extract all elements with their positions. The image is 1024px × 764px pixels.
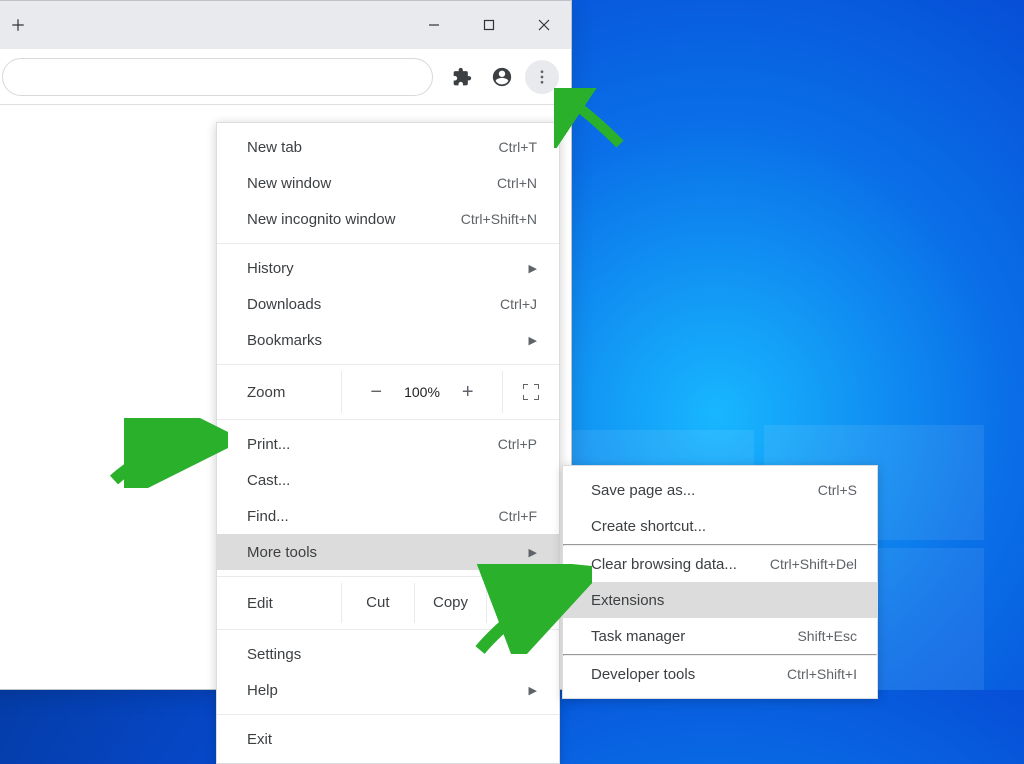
maximize-button[interactable] xyxy=(461,1,516,49)
shortcut: Ctrl+T xyxy=(499,139,538,155)
extensions-icon[interactable] xyxy=(445,60,479,94)
zoom-label: Zoom xyxy=(217,384,341,401)
menu-zoom: Zoom − 100% + xyxy=(217,371,559,413)
submenu-save-page[interactable]: Save page as... Ctrl+S xyxy=(563,472,877,508)
profile-icon[interactable] xyxy=(485,60,519,94)
menu-item-label: Extensions xyxy=(591,592,664,609)
more-tools-submenu: Save page as... Ctrl+S Create shortcut..… xyxy=(562,465,878,699)
menu-item-label: Settings xyxy=(247,646,301,663)
address-bar[interactable] xyxy=(2,58,433,96)
menu-item-label: Developer tools xyxy=(591,666,695,683)
menu-item-label: More tools xyxy=(247,544,317,561)
shortcut: Ctrl+N xyxy=(497,175,537,191)
menu-item-label: Bookmarks xyxy=(247,332,322,349)
titlebar xyxy=(0,1,571,49)
main-menu: New tab Ctrl+T New window Ctrl+N New inc… xyxy=(216,122,560,764)
minimize-button[interactable] xyxy=(406,1,461,49)
menu-item-label: Print... xyxy=(247,436,290,453)
paste-button[interactable]: Paste xyxy=(486,583,559,623)
menu-cast[interactable]: Cast... xyxy=(217,462,559,498)
menu-item-label: Save page as... xyxy=(591,482,695,499)
submenu-dev-tools[interactable]: Developer tools Ctrl+Shift+I xyxy=(563,656,877,692)
chevron-right-icon: ▶ xyxy=(529,684,537,697)
submenu-task-manager[interactable]: Task manager Shift+Esc xyxy=(563,618,877,654)
shortcut: Ctrl+S xyxy=(818,482,857,498)
cut-button[interactable]: Cut xyxy=(341,583,414,623)
submenu-clear-data[interactable]: Clear browsing data... Ctrl+Shift+Del xyxy=(563,546,877,582)
shortcut: Ctrl+P xyxy=(498,436,537,452)
menu-item-label: Create shortcut... xyxy=(591,518,706,535)
close-button[interactable] xyxy=(516,1,571,49)
menu-history[interactable]: History ▶ xyxy=(217,250,559,286)
zoom-value: 100% xyxy=(404,384,440,400)
menu-item-label: Cast... xyxy=(247,472,290,489)
menu-item-label: Clear browsing data... xyxy=(591,556,737,573)
zoom-in-button[interactable]: + xyxy=(462,381,474,404)
shortcut: Ctrl+Shift+I xyxy=(787,666,857,682)
shortcut: Ctrl+F xyxy=(499,508,538,524)
menu-downloads[interactable]: Downloads Ctrl+J xyxy=(217,286,559,322)
shortcut: Ctrl+Shift+Del xyxy=(770,556,857,572)
zoom-out-button[interactable]: − xyxy=(370,381,382,404)
menu-more-tools[interactable]: More tools ▶ xyxy=(217,534,559,570)
menu-item-label: History xyxy=(247,260,294,277)
copy-button[interactable]: Copy xyxy=(414,583,487,623)
menu-edit-row: Edit Cut Copy Paste xyxy=(217,583,559,623)
more-menu-button[interactable] xyxy=(525,60,559,94)
menu-new-window[interactable]: New window Ctrl+N xyxy=(217,165,559,201)
menu-new-incognito[interactable]: New incognito window Ctrl+Shift+N xyxy=(217,201,559,237)
menu-item-label: Task manager xyxy=(591,628,685,645)
menu-item-label: Find... xyxy=(247,508,289,525)
menu-item-label: Exit xyxy=(247,731,272,748)
menu-find[interactable]: Find... Ctrl+F xyxy=(217,498,559,534)
shortcut: Shift+Esc xyxy=(797,628,857,644)
menu-new-tab[interactable]: New tab Ctrl+T xyxy=(217,129,559,165)
shortcut: Ctrl+J xyxy=(500,296,537,312)
submenu-extensions[interactable]: Extensions xyxy=(563,582,877,618)
fullscreen-button[interactable] xyxy=(503,384,559,400)
chevron-right-icon: ▶ xyxy=(529,262,537,275)
menu-settings[interactable]: Settings xyxy=(217,636,559,672)
menu-item-label: New tab xyxy=(247,139,302,156)
menu-print[interactable]: Print... Ctrl+P xyxy=(217,426,559,462)
submenu-create-shortcut[interactable]: Create shortcut... xyxy=(563,508,877,544)
menu-item-label: New window xyxy=(247,175,331,192)
menu-help[interactable]: Help ▶ xyxy=(217,672,559,708)
chevron-right-icon: ▶ xyxy=(529,334,537,347)
new-tab-button[interactable] xyxy=(0,7,36,43)
shortcut: Ctrl+Shift+N xyxy=(461,211,537,227)
menu-item-label: Help xyxy=(247,682,278,699)
menu-bookmarks[interactable]: Bookmarks ▶ xyxy=(217,322,559,358)
edit-label: Edit xyxy=(217,595,341,612)
menu-item-label: Downloads xyxy=(247,296,321,313)
chevron-right-icon: ▶ xyxy=(529,546,537,559)
menu-exit[interactable]: Exit xyxy=(217,721,559,757)
toolbar xyxy=(0,49,571,105)
menu-item-label: New incognito window xyxy=(247,211,395,228)
